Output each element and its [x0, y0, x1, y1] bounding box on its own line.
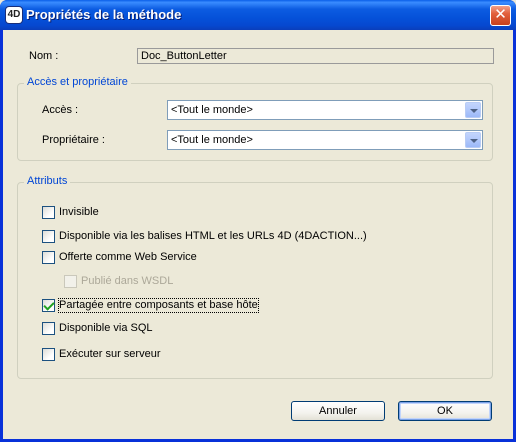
- close-icon: ✕: [494, 6, 507, 23]
- name-field[interactable]: Doc_ButtonLetter: [137, 48, 494, 64]
- checkbox-label: Exécuter sur serveur: [59, 348, 161, 360]
- checkbox-label: Publié dans WSDL: [81, 275, 174, 287]
- checkbox-label: Disponible via les balises HTML et les U…: [59, 230, 367, 242]
- access-owner-group-title: Accès et propriétaire: [24, 76, 131, 88]
- title-bar[interactable]: 4D Propriétés de la méthode ✕: [0, 0, 516, 30]
- checkbox[interactable]: [42, 322, 55, 335]
- attributes-group-title: Attributs: [24, 175, 71, 187]
- checkbox[interactable]: [42, 348, 55, 361]
- checkbox-label: Invisible: [59, 206, 99, 218]
- chevron-down-icon[interactable]: [465, 102, 481, 118]
- dialog-window: 4D Propriétés de la méthode ✕ Nom : Doc_…: [0, 0, 516, 442]
- owner-select-value: <Tout le monde>: [171, 134, 253, 146]
- checkbox[interactable]: [42, 251, 55, 264]
- 4d-app-icon: 4D: [6, 7, 22, 23]
- checkmark-icon[interactable]: [42, 299, 55, 312]
- checkbox-label: Offerte comme Web Service: [59, 251, 197, 263]
- name-label: Nom :: [29, 50, 59, 62]
- owner-select[interactable]: <Tout le monde>: [167, 130, 483, 150]
- owner-label: Propriétaire :: [42, 134, 105, 146]
- access-select[interactable]: <Tout le monde>: [167, 100, 483, 120]
- checkbox[interactable]: [42, 206, 55, 219]
- cancel-button[interactable]: Annuler: [291, 401, 385, 421]
- chevron-down-icon[interactable]: [465, 132, 481, 148]
- ok-button[interactable]: OK: [398, 401, 492, 421]
- access-label: Accès :: [42, 104, 79, 116]
- window-title: Propriétés de la méthode: [26, 7, 182, 22]
- checkbox-label: Disponible via SQL: [59, 322, 153, 334]
- checkbox[interactable]: [42, 230, 55, 243]
- close-button[interactable]: ✕: [490, 5, 511, 26]
- checkbox-label: Partagée entre composants et base hôte: [58, 298, 259, 313]
- dialog-body: Nom : Doc_ButtonLetter Accès et propriét…: [3, 30, 513, 439]
- access-select-value: <Tout le monde>: [171, 104, 253, 116]
- checkbox: [64, 275, 77, 288]
